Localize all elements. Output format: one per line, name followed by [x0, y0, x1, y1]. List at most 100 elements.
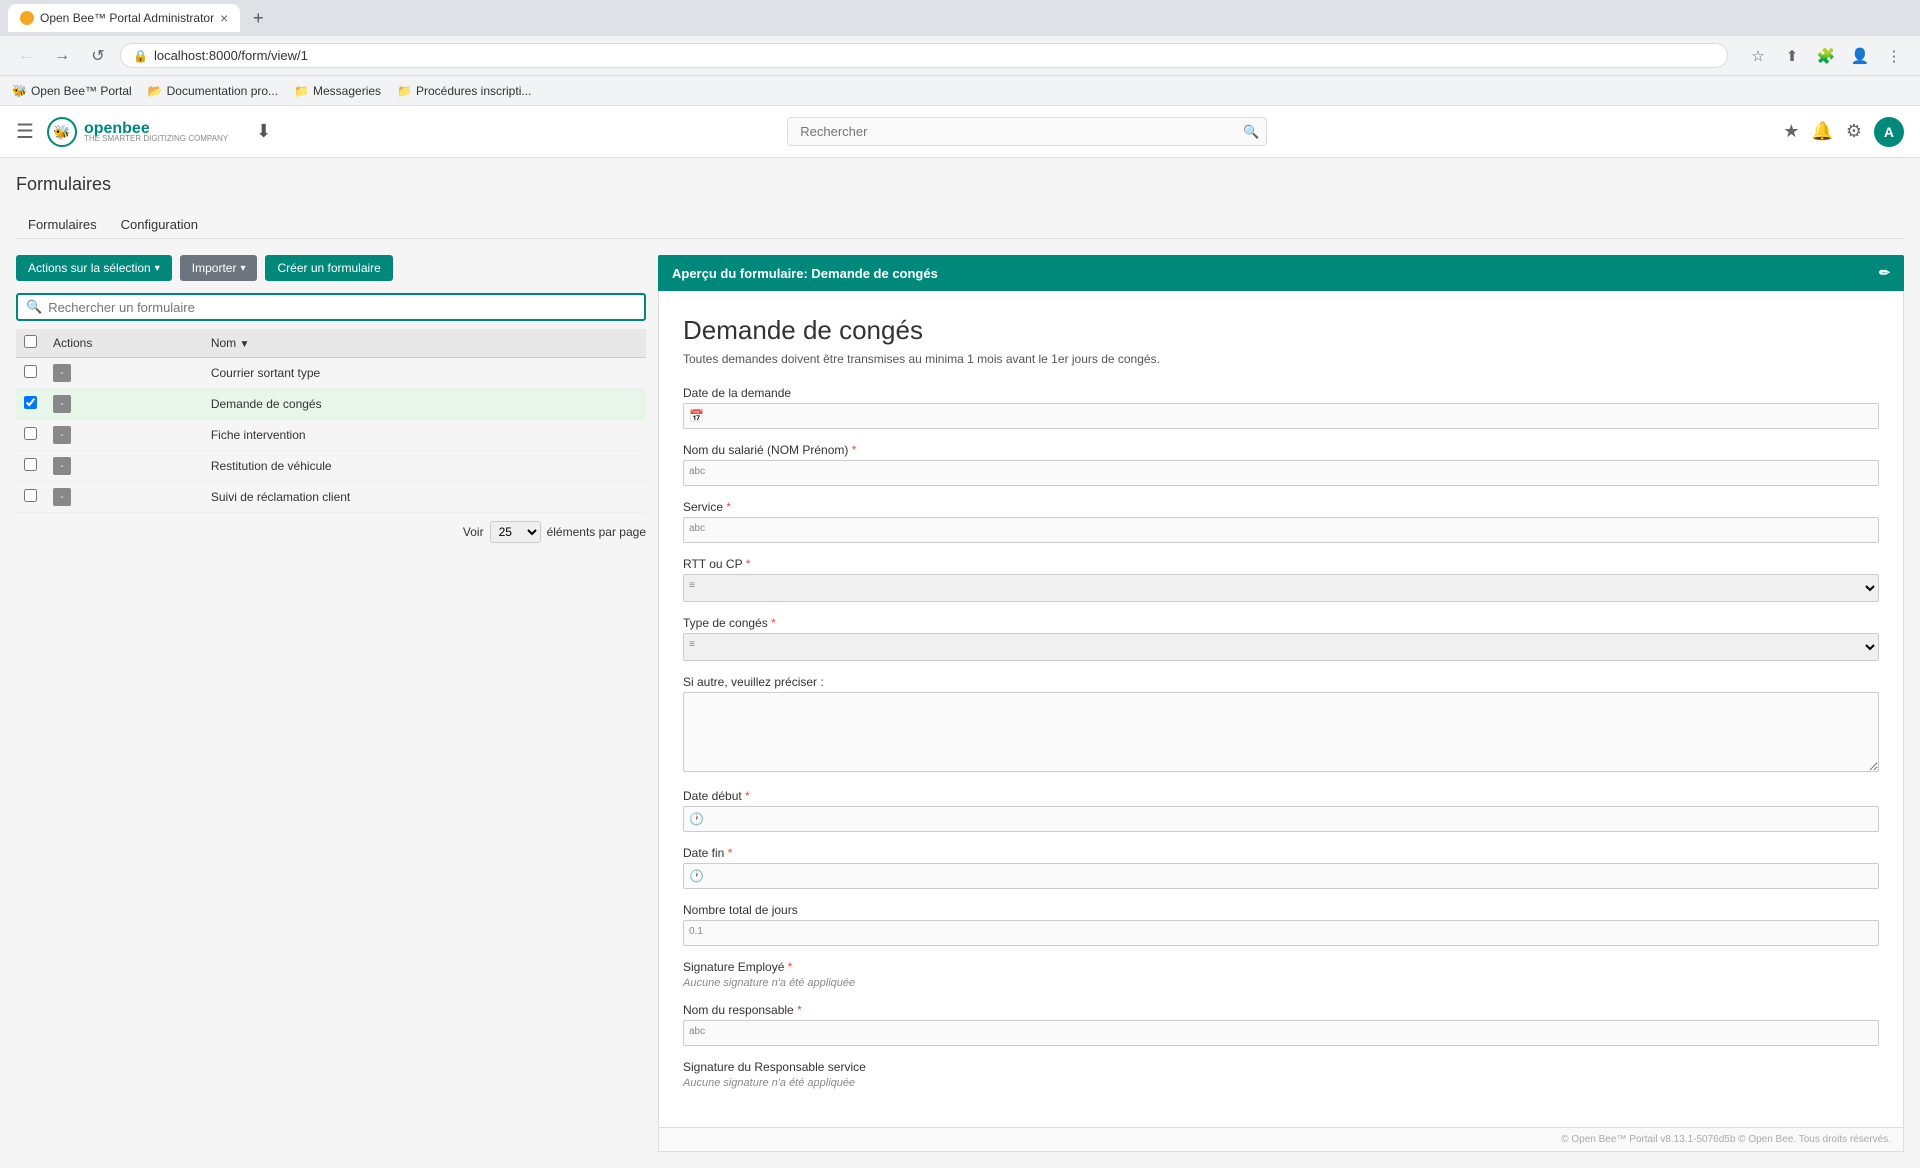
row-name-cell[interactable]: Courrier sortant type: [203, 358, 646, 389]
required-marker: *: [852, 443, 857, 457]
active-browser-tab[interactable]: Open Bee™ Portal Administrator ×: [8, 4, 240, 32]
bookmark-folder-icon-2: 📁: [294, 84, 309, 98]
actions-selection-button[interactable]: Actions sur la sélection ▾: [16, 255, 172, 281]
download-button[interactable]: ⬇: [256, 121, 271, 142]
search-form-input[interactable]: [48, 300, 636, 315]
field-wrapper: ≡: [683, 633, 1879, 661]
field-wrapper: abc: [683, 460, 1879, 486]
field-wrapper: ≡: [683, 574, 1879, 602]
user-avatar[interactable]: A: [1874, 117, 1904, 147]
browser-menu-icon[interactable]: ⋮: [1880, 42, 1908, 70]
elements-label: éléments par page: [547, 525, 646, 539]
refresh-button[interactable]: ↺: [84, 42, 112, 70]
row-checkbox[interactable]: [24, 365, 37, 378]
row-checkbox[interactable]: [24, 396, 37, 409]
form-fields-container: Date de la demande 📅 Nom du salarié (NOM…: [683, 386, 1879, 1089]
row-action-button[interactable]: -: [53, 395, 71, 413]
row-checkbox[interactable]: [24, 458, 37, 471]
browser-share-icon[interactable]: ⬆: [1778, 42, 1806, 70]
text-input-10[interactable]: [683, 1020, 1879, 1046]
row-name-cell[interactable]: Demande de congés: [203, 389, 646, 420]
footer-text: © Open Bee™ Portail v8.13.1-5076d5b © Op…: [1561, 1134, 1891, 1145]
bookmark-openbee[interactable]: 🐝 Open Bee™ Portal: [12, 84, 132, 98]
select-all-checkbox[interactable]: [24, 335, 37, 348]
search-bar: 🔍: [787, 117, 1267, 146]
logo-icon: 🐝: [46, 116, 78, 148]
field-date-icon: 📅: [689, 409, 704, 423]
field-type-icon: abc: [689, 1026, 705, 1037]
field-label-1: Nom du salarié (NOM Prénom) *: [683, 443, 1879, 457]
hamburger-menu[interactable]: ☰: [16, 119, 34, 144]
form-field-2: Service * abc: [683, 500, 1879, 543]
gear-icon[interactable]: ⚙: [1846, 121, 1862, 142]
forward-button[interactable]: →: [48, 42, 76, 70]
nav-tabs: Formulaires Configuration: [16, 211, 1904, 239]
select-input-4[interactable]: [683, 633, 1879, 661]
text-input-8[interactable]: [683, 920, 1879, 946]
select-input-3[interactable]: [683, 574, 1879, 602]
tab-configuration[interactable]: Configuration: [109, 211, 210, 238]
form-preview-body: Demande de congés Toutes demandes doiven…: [658, 291, 1904, 1128]
search-submit-icon[interactable]: 🔍: [1243, 124, 1259, 140]
per-page-select[interactable]: 102550100: [490, 521, 541, 543]
row-name-cell[interactable]: Suivi de réclamation client: [203, 482, 646, 513]
text-input-2[interactable]: [683, 517, 1879, 543]
row-name-cell[interactable]: Restitution de véhicule: [203, 451, 646, 482]
tab-formulaires[interactable]: Formulaires: [16, 211, 109, 238]
form-preview-title-label: Aperçu du formulaire: Demande de congés: [672, 266, 938, 281]
browser-star-icon[interactable]: ☆: [1744, 42, 1772, 70]
bookmark-procedures[interactable]: 📁 Procédures inscripti...: [397, 84, 531, 98]
tab-title: Open Bee™ Portal Administrator: [40, 11, 214, 25]
date-input-7[interactable]: [683, 863, 1879, 889]
bookmark-messageries[interactable]: 📁 Messageries: [294, 84, 381, 98]
back-button[interactable]: ←: [12, 42, 40, 70]
browser-extensions-icon[interactable]: 🧩: [1812, 42, 1840, 70]
page-title: Formulaires: [16, 174, 1904, 195]
textarea-input-5[interactable]: [683, 692, 1879, 772]
address-bar[interactable]: 🔒 localhost:8000/form/view/1: [120, 43, 1728, 68]
table-row: - Suivi de réclamation client: [16, 482, 646, 513]
form-field-1: Nom du salarié (NOM Prénom) * abc: [683, 443, 1879, 486]
row-checkbox-cell: [16, 482, 45, 513]
star-icon[interactable]: ★: [1783, 121, 1799, 142]
browser-controls: ← → ↺ 🔒 localhost:8000/form/view/1 ☆ ⬆ 🧩…: [0, 36, 1920, 76]
bell-icon[interactable]: 🔔: [1811, 121, 1833, 142]
field-label-7: Date fin *: [683, 846, 1879, 860]
row-checkbox[interactable]: [24, 489, 37, 502]
search-form-bar: 🔍: [16, 293, 646, 321]
bookmarks-bar: 🐝 Open Bee™ Portal 📂 Documentation pro..…: [0, 76, 1920, 106]
row-name-cell[interactable]: Fiche intervention: [203, 420, 646, 451]
row-action-button[interactable]: -: [53, 488, 71, 506]
form-field-11: Signature du Responsable service Aucune …: [683, 1060, 1879, 1089]
browser-profile-icon[interactable]: 👤: [1846, 42, 1874, 70]
create-form-button[interactable]: Créer un formulaire: [265, 255, 392, 281]
field-label-11: Signature du Responsable service: [683, 1060, 1879, 1074]
bookmark-documentation[interactable]: 📂 Documentation pro...: [148, 84, 278, 98]
required-marker: *: [746, 557, 751, 571]
field-wrapper: 0.1: [683, 920, 1879, 946]
search-input[interactable]: [787, 117, 1267, 146]
row-checkbox-cell: [16, 420, 45, 451]
date-input-6[interactable]: [683, 806, 1879, 832]
main-layout: Actions sur la sélection ▾ Importer ▾ Cr…: [16, 255, 1904, 1152]
field-label-9: Signature Employé *: [683, 960, 1879, 974]
required-marker: *: [797, 1003, 802, 1017]
row-actions-cell: -: [45, 451, 203, 482]
row-action-button[interactable]: -: [53, 364, 71, 382]
row-checkbox[interactable]: [24, 427, 37, 440]
form-preview-edit-button[interactable]: ✏: [1879, 265, 1890, 281]
row-action-button[interactable]: -: [53, 426, 71, 444]
new-tab-button[interactable]: +: [244, 4, 272, 32]
field-label-8: Nombre total de jours: [683, 903, 1879, 917]
text-input-1[interactable]: [683, 460, 1879, 486]
date-input-0[interactable]: [683, 403, 1879, 429]
field-type-icon: abc: [689, 523, 705, 534]
import-button[interactable]: Importer ▾: [180, 255, 258, 281]
form-field-4: Type de congés * ≡: [683, 616, 1879, 661]
field-wrapper: abc: [683, 517, 1879, 543]
bookmark-folder-icon-3: 📁: [397, 84, 412, 98]
tab-close-button[interactable]: ×: [220, 10, 228, 26]
row-action-button[interactable]: -: [53, 457, 71, 475]
field-label-6: Date début *: [683, 789, 1879, 803]
form-field-6: Date début * 🕐: [683, 789, 1879, 832]
